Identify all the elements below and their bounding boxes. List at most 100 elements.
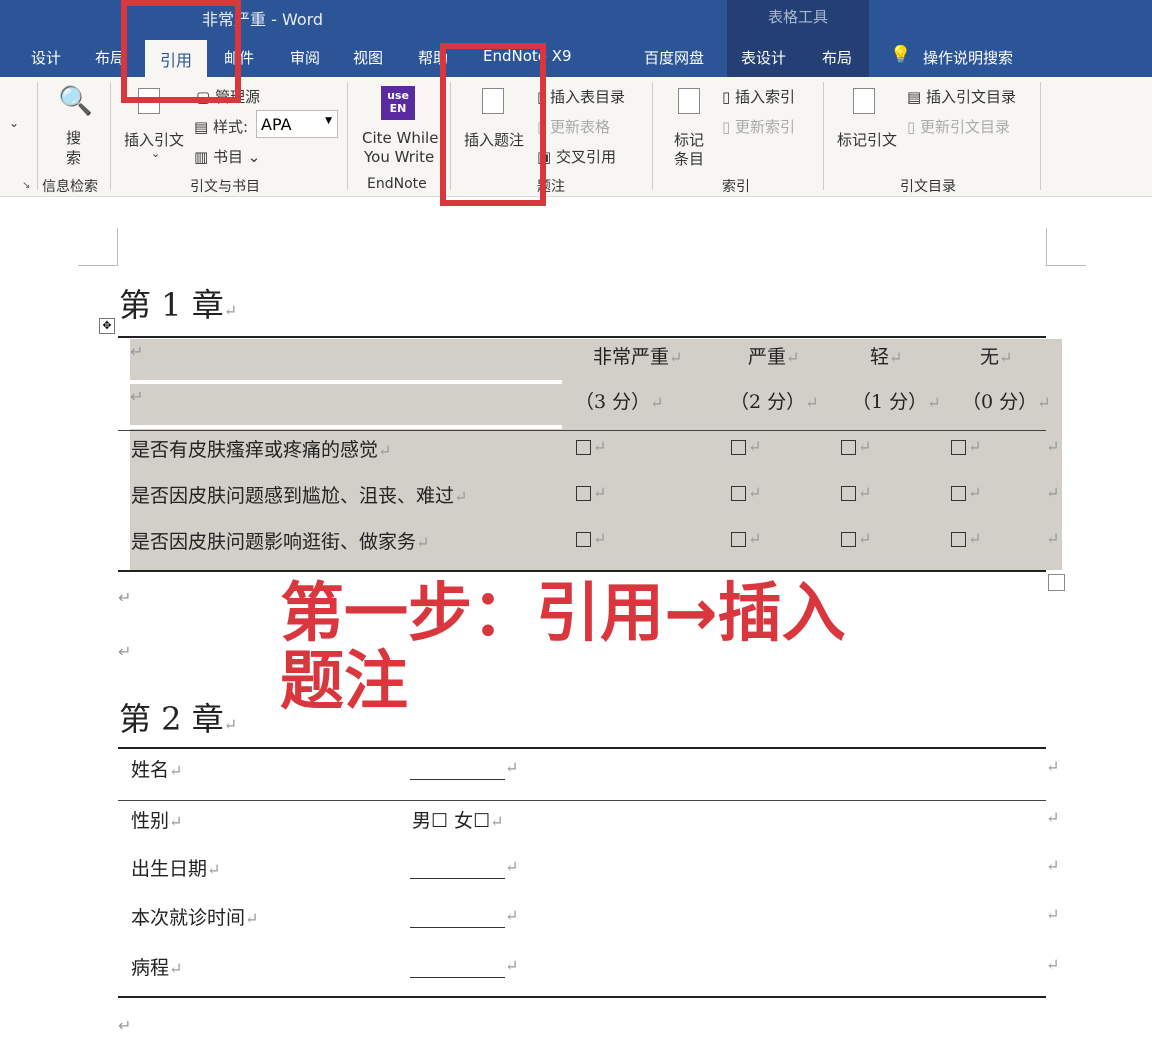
t1-header: 轻↵	[870, 342, 902, 369]
highlight-box-caption	[440, 43, 546, 206]
checkbox[interactable]: ↵	[841, 435, 871, 457]
t2-row-label: 姓名↵	[131, 755, 182, 782]
end-of-row-mark: ↵	[1046, 856, 1060, 875]
checkbox-box[interactable]	[576, 531, 591, 547]
return-mark: ↵	[858, 437, 872, 456]
return-mark: ↵	[169, 812, 183, 831]
insert-index-button[interactable]: ▯ 插入索引	[722, 86, 795, 107]
insert-tof-label: 插入表目录	[550, 88, 626, 106]
checkbox[interactable]: ↵	[731, 527, 761, 549]
checkbox-box[interactable]	[951, 439, 966, 455]
t1-row-label: 是否有皮肤瘙痒或疼痛的感觉↵	[131, 435, 391, 462]
row-text: 出生日期	[131, 858, 208, 880]
update-table-label: 更新表格	[550, 118, 611, 136]
row-text: 姓名	[131, 759, 170, 781]
checkbox-box[interactable]	[576, 485, 591, 501]
insert-tof-button[interactable]: ▯ 插入表目录	[537, 86, 625, 107]
blank-field[interactable]	[410, 906, 505, 928]
checkbox-box[interactable]	[951, 485, 966, 501]
return-mark: ↵	[169, 761, 183, 780]
search-button[interactable]: 搜 索	[66, 128, 81, 168]
tab-design[interactable]: 设计	[31, 47, 61, 68]
table-move-handle-icon[interactable]: ✥	[99, 318, 115, 334]
checkbox[interactable]: ↵	[576, 527, 606, 549]
checkbox-box[interactable]	[841, 531, 856, 547]
return-mark: ↵	[1037, 393, 1051, 412]
end-of-row-mark: ↵	[1046, 529, 1060, 548]
t2-row-label: 本次就诊时间↵	[131, 903, 258, 930]
blank-field[interactable]	[410, 857, 505, 879]
end-of-row-mark: ↵	[1046, 955, 1060, 974]
margin-corner	[78, 228, 118, 266]
end-of-row-mark: ↵	[1046, 437, 1060, 456]
t2-row-label: 病程↵	[131, 953, 182, 980]
style-select[interactable]: APA ▼	[256, 110, 338, 138]
checkbox[interactable]: ↵	[731, 481, 761, 503]
t1-header: 严重↵	[748, 342, 799, 369]
update-toa-label: 更新引文目录	[920, 118, 1011, 136]
checkbox[interactable]: ↵	[576, 435, 606, 457]
tab-baidu[interactable]: 百度网盘	[644, 47, 704, 68]
checkbox-box[interactable]	[731, 531, 746, 547]
end-of-row-mark: ↵	[1046, 905, 1060, 924]
checkbox[interactable]: ↵	[951, 527, 981, 549]
bibliography-button[interactable]: ▥ 书目 ⌄	[194, 146, 260, 167]
checkbox[interactable]: ↵	[951, 435, 981, 457]
tab-table-design[interactable]: 表设计	[741, 47, 786, 68]
checkbox-box[interactable]	[841, 485, 856, 501]
return-mark: ↵	[858, 483, 872, 502]
checkbox[interactable]: ↵	[841, 527, 871, 549]
return-mark: ↵	[505, 956, 519, 975]
return-mark: ↵	[505, 758, 519, 777]
mark-citation-button[interactable]: 标记引文	[837, 129, 897, 150]
mark-entry-button-2[interactable]: 条目	[674, 148, 704, 169]
checkbox-box[interactable]	[576, 439, 591, 455]
checkbox-box[interactable]	[951, 531, 966, 547]
dropdown-chevron-icon: ⌄	[151, 147, 161, 160]
return-mark: ↵	[669, 348, 683, 367]
endnote-icon: use EN	[381, 86, 415, 120]
search-info-icon: 🔍	[58, 84, 93, 117]
return-mark: ↵	[505, 906, 519, 925]
cite-while-you-write-1[interactable]: Cite While	[362, 129, 438, 147]
insert-toa-button[interactable]: ▤ 插入引文目录	[907, 86, 1016, 107]
checkbox[interactable]: ↵	[576, 481, 606, 503]
tab-review[interactable]: 审阅	[290, 47, 320, 68]
return-mark: ↵	[748, 529, 762, 548]
return-mark: ↵	[593, 529, 607, 548]
t2-row-label: 性别↵	[131, 806, 182, 833]
collapse-chevron-icon[interactable]: ⌄	[9, 116, 19, 130]
tab-table-layout[interactable]: 布局	[822, 47, 852, 68]
update-index-button: ▯ 更新索引	[722, 118, 796, 136]
checkbox[interactable]: ↵	[731, 435, 761, 457]
checkbox-box[interactable]	[841, 439, 856, 455]
chapter-1-text: 第 1 章	[119, 286, 224, 324]
return-mark: ↵	[223, 301, 238, 320]
blank-field[interactable]	[410, 956, 505, 978]
mark-entry-button-1[interactable]: 标记	[674, 129, 704, 150]
checkbox-box[interactable]	[731, 485, 746, 501]
bibliography-label: 书目	[212, 148, 243, 166]
row-text: 性别	[131, 810, 170, 832]
return-mark: ↵	[927, 393, 941, 412]
style-value: APA	[261, 115, 292, 134]
t1-row-label: 是否因皮肤问题感到尴尬、沮丧、难过↵	[131, 481, 467, 508]
header-text: 非常严重	[593, 346, 670, 368]
dialog-launcher-icon[interactable]: ↘	[22, 180, 30, 191]
gender-options[interactable]: 男☐ 女☐↵	[412, 806, 504, 833]
tell-me-search[interactable]: 操作说明搜索	[923, 47, 1013, 68]
table-1-mid-rule	[118, 430, 1046, 431]
checkbox[interactable]: ↵	[951, 481, 981, 503]
cell-gap	[130, 380, 562, 384]
checkbox[interactable]: ↵	[841, 481, 871, 503]
cite-while-you-write-2[interactable]: You Write	[364, 148, 434, 166]
checkbox-box[interactable]	[731, 439, 746, 455]
t1-header: 无↵	[980, 342, 1012, 369]
blank-field[interactable]	[410, 758, 505, 780]
return-mark: ↵	[650, 393, 664, 412]
table-resize-handle[interactable]	[1048, 574, 1065, 591]
end-of-row-mark: ↵	[1046, 757, 1060, 776]
header-text: 无	[980, 346, 1000, 368]
cross-reference-button[interactable]: ▣ 交叉引用	[537, 146, 616, 167]
tab-view[interactable]: 视图	[353, 47, 383, 68]
